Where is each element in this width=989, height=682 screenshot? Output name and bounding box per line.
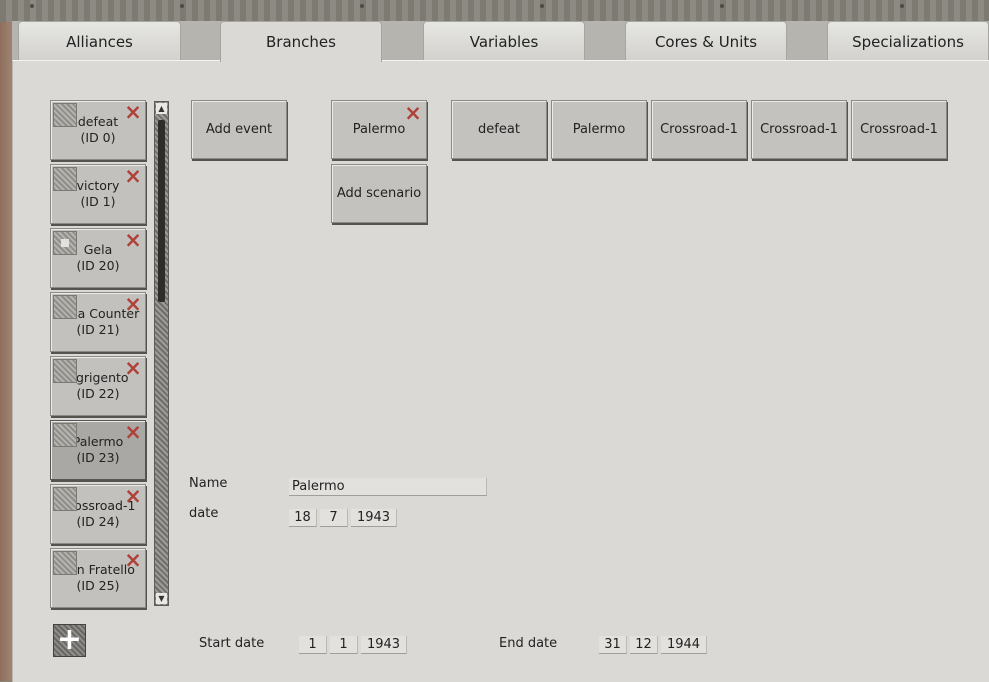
rivet — [540, 4, 544, 8]
name-field[interactable]: Palermo — [289, 478, 487, 496]
current-event-label: Palermo — [352, 122, 406, 137]
checkbox[interactable] — [53, 423, 77, 447]
add-scenario-button[interactable]: Add scenario — [331, 164, 427, 223]
start-day-field[interactable]: 1 — [299, 636, 327, 654]
branch-target-button[interactable]: Crossroad-1 — [651, 100, 747, 159]
delete-icon[interactable]: × — [123, 294, 143, 315]
checkbox[interactable] — [53, 295, 77, 319]
delete-icon[interactable]: × — [123, 486, 143, 507]
branch-target-button[interactable]: Crossroad-1 — [851, 100, 947, 159]
delete-icon[interactable]: × — [123, 102, 143, 123]
checkbox[interactable] — [53, 103, 77, 127]
list-item[interactable]: × Crossroad-1 (ID 24) — [50, 484, 146, 544]
start-date-label: Start date — [199, 636, 265, 651]
branch-target-button[interactable]: Crossroad-1 — [751, 100, 847, 159]
branch-target-button[interactable]: Palermo — [551, 100, 647, 159]
end-date-label: End date — [499, 636, 558, 651]
delete-icon[interactable]: × — [123, 550, 143, 571]
end-year-field[interactable]: 1944 — [661, 636, 707, 654]
list-item[interactable]: × San Fratello (ID 25) — [50, 548, 146, 608]
scroll-up-icon[interactable]: ▲ — [156, 103, 167, 114]
left-frame — [0, 22, 12, 681]
date-day-field[interactable]: 18 — [289, 509, 317, 527]
scroll-down-icon[interactable]: ▼ — [156, 593, 167, 604]
checkbox[interactable] — [53, 487, 77, 511]
list-item[interactable]: × victory (ID 1) — [50, 164, 146, 224]
start-year-field[interactable]: 1943 — [361, 636, 407, 654]
add-event-button[interactable]: Add event — [191, 100, 287, 159]
event-id: (ID 24) — [76, 514, 120, 529]
tab-cores-units[interactable]: Cores & Units — [625, 21, 787, 61]
checkbox[interactable] — [53, 231, 77, 255]
delete-icon[interactable]: × — [123, 422, 143, 443]
end-month-field[interactable]: 12 — [630, 636, 658, 654]
current-event-button[interactable]: Palermo × — [331, 100, 427, 159]
tab-alliances[interactable]: Alliances — [18, 21, 181, 61]
checkbox[interactable] — [53, 359, 77, 383]
name-label: Name — [189, 476, 228, 491]
tab-branches[interactable]: Branches — [220, 21, 382, 62]
rivet — [900, 4, 904, 8]
checkbox[interactable] — [53, 551, 77, 575]
delete-icon[interactable]: × — [123, 230, 143, 251]
event-id: (ID 22) — [76, 386, 120, 401]
rivet — [720, 4, 724, 8]
rivet — [360, 4, 364, 8]
list-item[interactable]: × Gela Counter (ID 21) — [50, 292, 146, 352]
scroll-thumb[interactable] — [158, 120, 165, 302]
event-id: (ID 21) — [76, 322, 120, 337]
list-item[interactable]: × Agrigento (ID 22) — [50, 356, 146, 416]
checkbox[interactable] — [53, 167, 77, 191]
event-list-scrollbar[interactable]: ▲ ▼ — [154, 101, 169, 606]
rivet — [180, 4, 184, 8]
add-event-icon[interactable]: + — [53, 624, 86, 657]
date-label: date — [189, 506, 219, 521]
event-id: (ID 0) — [80, 130, 116, 145]
delete-icon[interactable]: × — [123, 358, 143, 379]
event-id: (ID 20) — [76, 258, 120, 273]
event-id: (ID 23) — [76, 450, 120, 465]
tab-specializations[interactable]: Specializations — [827, 21, 989, 61]
date-month-field[interactable]: 7 — [320, 509, 348, 527]
event-id: (ID 25) — [76, 578, 120, 593]
event-id: (ID 1) — [80, 194, 116, 209]
date-year-field[interactable]: 1943 — [351, 509, 397, 527]
end-day-field[interactable]: 31 — [599, 636, 627, 654]
list-item[interactable]: × defeat (ID 0) — [50, 100, 146, 160]
list-item[interactable]: × Gela (ID 20) — [50, 228, 146, 288]
branch-target-button[interactable]: defeat — [451, 100, 547, 159]
delete-icon[interactable]: × — [123, 166, 143, 187]
top-frame — [0, 0, 989, 23]
list-item-selected[interactable]: × Palermo (ID 23) — [50, 420, 146, 480]
tab-variables[interactable]: Variables — [423, 21, 585, 61]
start-month-field[interactable]: 1 — [330, 636, 358, 654]
delete-icon[interactable]: × — [403, 103, 423, 124]
rivet — [30, 4, 34, 8]
